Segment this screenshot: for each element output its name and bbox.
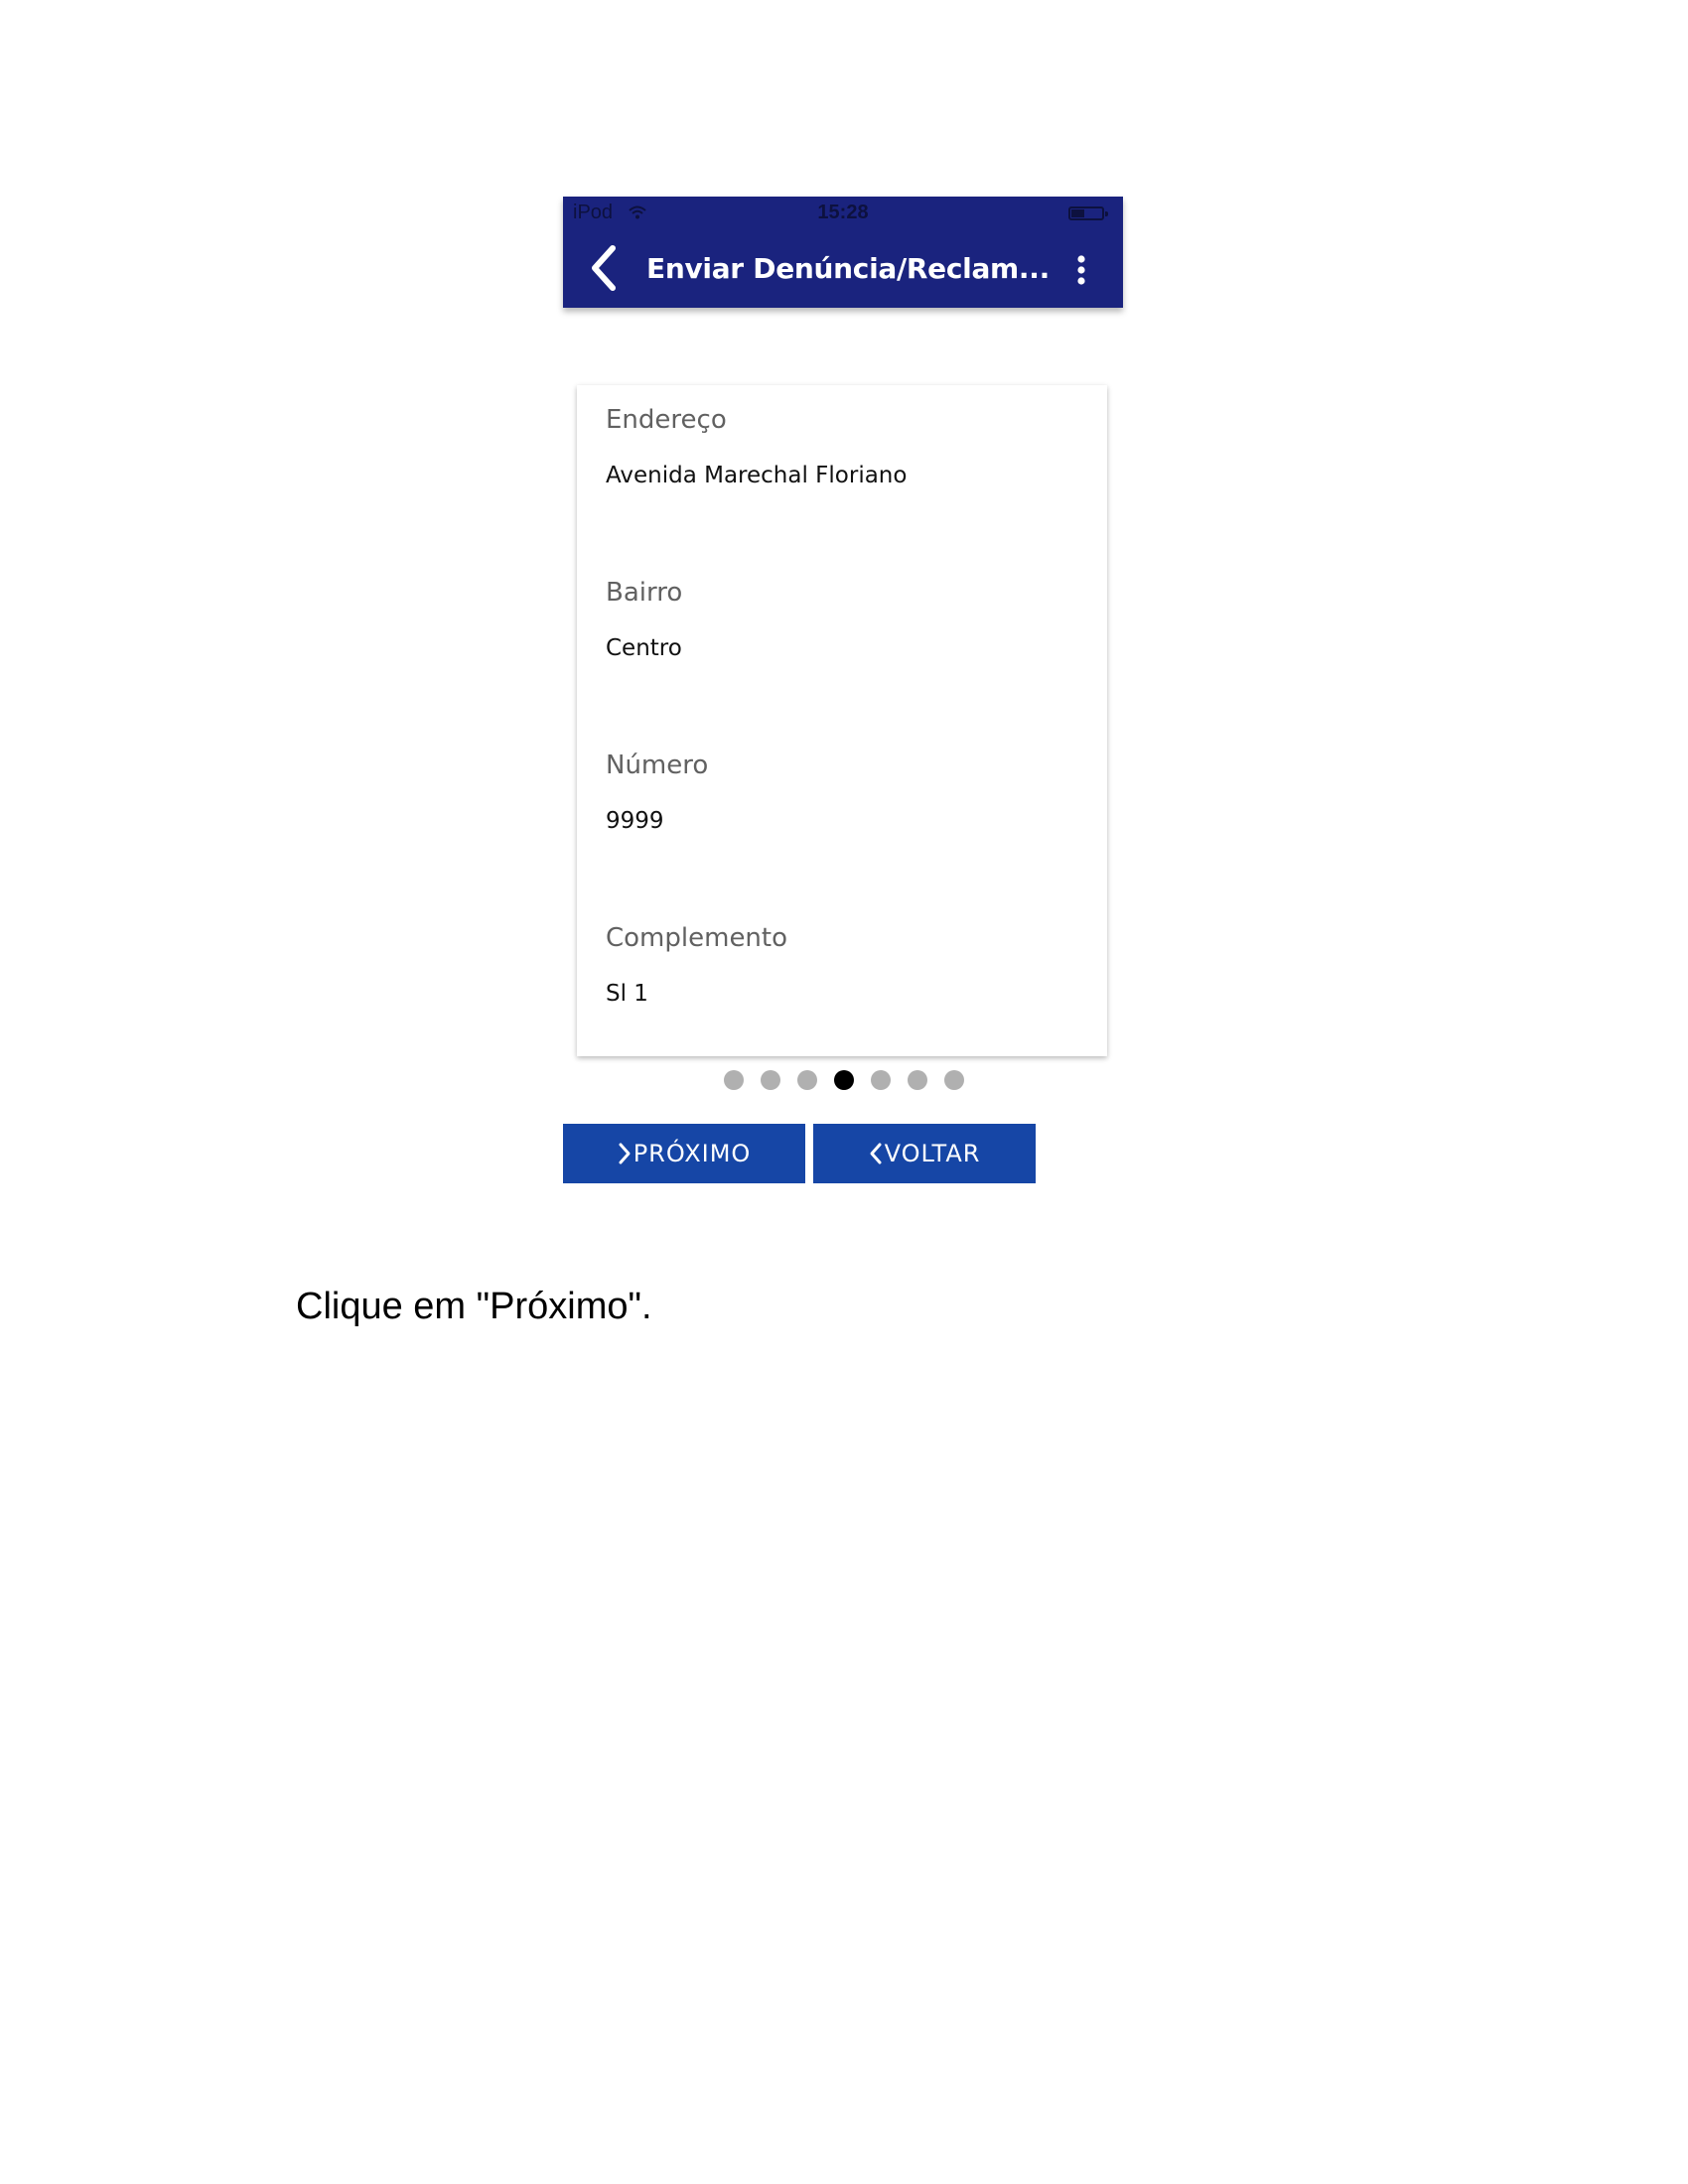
numero-input[interactable]: 9999: [606, 808, 1082, 834]
phone-screen: iPod 15:28 Enviar Denúncia/Reclam... End…: [563, 197, 1123, 1189]
next-button[interactable]: PRÓXIMO: [563, 1124, 805, 1183]
pagination-dot[interactable]: [871, 1070, 891, 1090]
field-numero: Número 9999: [606, 751, 1082, 834]
pagination-dot[interactable]: [944, 1070, 964, 1090]
status-time: 15:28: [817, 202, 869, 223]
pagination-dot[interactable]: [724, 1070, 744, 1090]
pagination-dot[interactable]: [908, 1070, 927, 1090]
back-button-label: VOLTAR: [884, 1140, 981, 1167]
chevron-right-icon: [619, 1143, 631, 1164]
battery-icon: [1068, 206, 1108, 220]
address-card: Endereço Avenida Marechal Floriano Bairr…: [577, 385, 1107, 1056]
endereco-input[interactable]: Avenida Marechal Floriano: [606, 463, 1082, 488]
complemento-input[interactable]: Sl 1: [606, 981, 1082, 1007]
field-endereco: Endereço Avenida Marechal Floriano: [606, 405, 1082, 488]
pagination-dots: [563, 1070, 1123, 1092]
status-bar: iPod 15:28: [563, 197, 1123, 228]
field-label: Número: [606, 751, 709, 780]
app-bar: iPod 15:28 Enviar Denúncia/Reclam...: [563, 197, 1123, 308]
field-bairro: Bairro Centro: [606, 578, 1082, 661]
back-button[interactable]: [587, 242, 623, 294]
pagination-dot[interactable]: [761, 1070, 780, 1090]
pagination-dot-active[interactable]: [834, 1070, 854, 1090]
field-label: Complemento: [606, 923, 788, 953]
more-vertical-icon: [1077, 255, 1085, 285]
chevron-left-icon: [592, 245, 616, 291]
pagination-dot[interactable]: [797, 1070, 817, 1090]
field-complemento: Complemento Sl 1: [606, 923, 1082, 1007]
back-nav-button[interactable]: VOLTAR: [813, 1124, 1036, 1183]
bairro-input[interactable]: Centro: [606, 635, 1082, 661]
next-button-label: PRÓXIMO: [633, 1140, 752, 1167]
field-label: Endereço: [606, 405, 727, 435]
overflow-menu-button[interactable]: [1069, 252, 1093, 290]
field-label: Bairro: [606, 578, 683, 608]
chevron-left-icon: [870, 1143, 882, 1164]
instruction-caption: Clique em "Próximo".: [296, 1286, 652, 1327]
page-title: Enviar Denúncia/Reclam...: [646, 252, 1050, 285]
